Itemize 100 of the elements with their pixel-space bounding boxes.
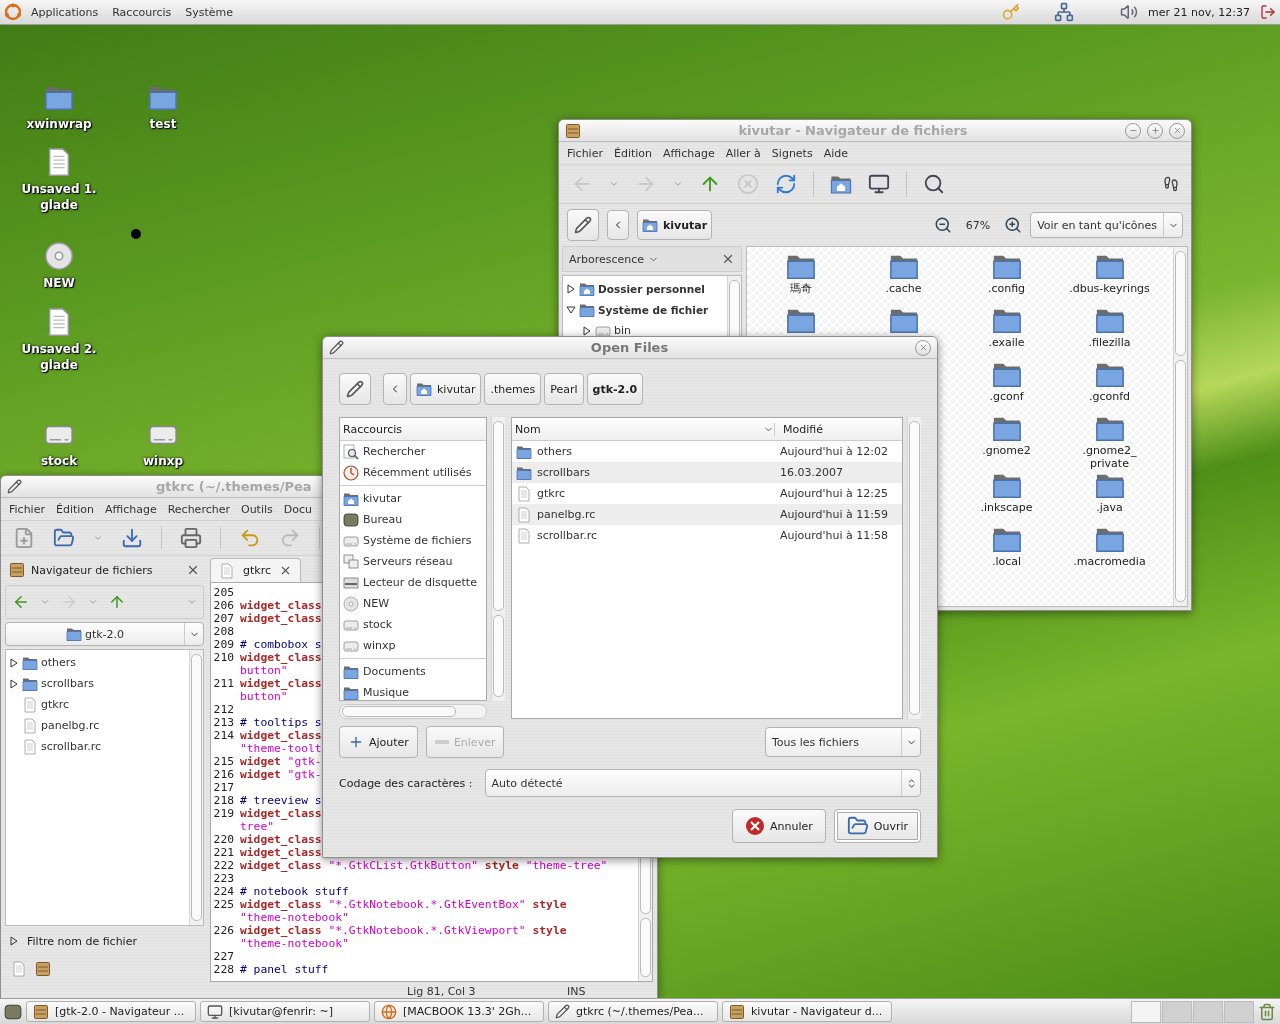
path-button[interactable]: kivutar (410, 373, 482, 405)
panel-menu[interactable]: Applications (26, 3, 104, 21)
place-item[interactable]: Système de fichiers (363, 534, 472, 547)
place-item[interactable]: winxp (363, 639, 396, 652)
file-name[interactable]: panelbg.rc (537, 508, 775, 521)
filter-expander-label[interactable]: Filtre nom de fichier (27, 934, 137, 948)
file-name[interactable]: scrollbars (537, 466, 775, 479)
close-button[interactable] (1169, 122, 1185, 139)
dropdown-icon[interactable] (93, 533, 103, 543)
path-button[interactable]: kivutar (637, 210, 713, 240)
place-item[interactable]: NEW (363, 597, 390, 610)
maximize-button[interactable] (1147, 122, 1163, 139)
file-icon-label[interactable]: .filezilla (1061, 336, 1158, 349)
expander-icon[interactable] (566, 304, 576, 315)
desktop-icon-label[interactable]: NEW (11, 275, 107, 291)
cancel-button[interactable]: Annuler (731, 809, 826, 843)
scrollbar[interactable] (1173, 247, 1187, 606)
file-icon-label[interactable]: .gconf (958, 390, 1055, 403)
dropdown-icon[interactable] (88, 597, 98, 607)
menu-item[interactable]: Docu (278, 500, 317, 518)
menu-item[interactable]: Affichage (658, 144, 720, 162)
computer-icon[interactable] (868, 173, 890, 195)
file-icon-label[interactable]: .macromedia (1061, 555, 1158, 568)
file-icon-label[interactable]: .config (958, 282, 1055, 295)
open-button[interactable]: Ouvrir (833, 809, 921, 843)
open-folder-icon[interactable] (53, 527, 75, 549)
encoding-dropdown[interactable]: Auto détecté (484, 769, 921, 797)
footprints-icon[interactable] (1163, 176, 1179, 192)
tree-item[interactable]: Système de fichier (598, 303, 709, 316)
view-mode-dropdown[interactable]: Voir en tant qu'icônes (1030, 212, 1183, 238)
dropdown-icon[interactable] (40, 597, 50, 607)
back-button[interactable] (607, 210, 629, 240)
printer-icon[interactable] (180, 527, 202, 549)
file-name[interactable]: gtkrc (537, 487, 775, 500)
trash-icon[interactable] (1258, 1002, 1276, 1021)
menu-item[interactable]: Outils (236, 500, 278, 518)
menu-item[interactable]: Aller à (720, 144, 766, 162)
zoom-out-icon[interactable] (933, 216, 952, 234)
save-icon[interactable] (121, 527, 143, 549)
back-icon[interactable] (12, 593, 30, 611)
file-icon-label[interactable]: .local (958, 555, 1055, 568)
close-icon[interactable] (186, 563, 200, 577)
file-filter-dropdown[interactable]: Tous les fichiers (765, 727, 921, 757)
taskbar-button[interactable]: kivutar - Navigateur d... (722, 1001, 892, 1022)
redo-icon[interactable] (279, 527, 301, 549)
sidebar-title[interactable]: Arborescence (569, 252, 645, 266)
reload-icon[interactable] (775, 173, 797, 195)
scrollbar[interactable] (491, 417, 505, 701)
menu-item[interactable]: Aide (818, 144, 853, 162)
file-name[interactable]: others (537, 445, 775, 458)
file-icon-label[interactable]: .gconfd (1061, 390, 1158, 403)
file-icon-label[interactable]: .gnome2_ private (1061, 444, 1158, 470)
logo-icon[interactable] (4, 3, 22, 21)
expander-icon[interactable] (9, 678, 19, 689)
expander-icon[interactable] (566, 283, 576, 294)
scrollbar[interactable] (189, 650, 203, 925)
file-icon-label[interactable]: .java (1061, 501, 1158, 514)
desktop-icon-label[interactable]: Unsaved 1. glade (11, 181, 107, 213)
network-icon[interactable] (1054, 2, 1075, 22)
place-item[interactable]: Documents (363, 665, 426, 678)
place-item[interactable]: stock (363, 618, 393, 631)
edit-location-button[interactable] (567, 209, 599, 241)
tree-item[interactable]: panelbg.rc (41, 719, 100, 732)
logout-icon[interactable] (1260, 4, 1276, 20)
volume-icon[interactable] (1120, 3, 1139, 21)
column-header[interactable]: Nom (515, 422, 763, 436)
file-icon-label[interactable]: .inkscape (958, 501, 1055, 514)
tree-item[interactable]: scrollbar.rc (41, 740, 101, 753)
edit-location-button[interactable] (339, 373, 371, 405)
taskbar-button[interactable]: gtkrc (~/.themes/Pea... (548, 1001, 718, 1022)
menu-item[interactable]: Fichier (4, 500, 50, 518)
taskbar-button[interactable]: [MACBOOK 13.3' 2Gh... (374, 1001, 544, 1022)
taskbar-button[interactable]: [kivutar@fenrir: ~] (200, 1001, 370, 1022)
search-icon[interactable] (923, 173, 945, 195)
back-button[interactable] (383, 373, 407, 405)
place-item[interactable]: kivutar (363, 492, 402, 505)
minimize-button[interactable] (1125, 122, 1141, 139)
folder-dropdown[interactable]: gtk-2.0 (5, 622, 204, 646)
menu-item[interactable]: Édition (608, 144, 657, 162)
close-button[interactable] (915, 339, 931, 356)
panel-menu[interactable]: Système (180, 3, 239, 21)
column-header[interactable]: Modifié (774, 422, 899, 436)
menu-item[interactable]: Fichier (562, 144, 608, 162)
scrollbar[interactable] (339, 704, 487, 719)
file-icon-label[interactable]: .gnome2 (958, 444, 1055, 457)
expander-icon[interactable] (9, 936, 19, 946)
path-button[interactable]: Pearl (544, 373, 584, 405)
place-item[interactable]: Rechercher (363, 445, 426, 458)
panel-menu[interactable]: Raccourcis (107, 3, 177, 21)
tree-item[interactable]: gtkrc (41, 698, 69, 711)
expander-icon[interactable] (582, 325, 592, 336)
tree-item[interactable]: Dossier personnel (598, 282, 705, 295)
scrollbar[interactable] (907, 417, 921, 719)
place-item[interactable]: Serveurs réseau (363, 555, 453, 568)
place-item[interactable]: Musique (363, 686, 409, 699)
desktop-icon-label[interactable]: xwinwrap (11, 116, 107, 132)
new-file-icon[interactable] (13, 527, 35, 549)
dropdown-icon[interactable] (609, 179, 619, 189)
clock[interactable]: mer 21 nov, 12:37 (1142, 5, 1256, 19)
taskbar-button[interactable]: [gtk-2.0 - Navigateur ... (26, 1001, 196, 1022)
